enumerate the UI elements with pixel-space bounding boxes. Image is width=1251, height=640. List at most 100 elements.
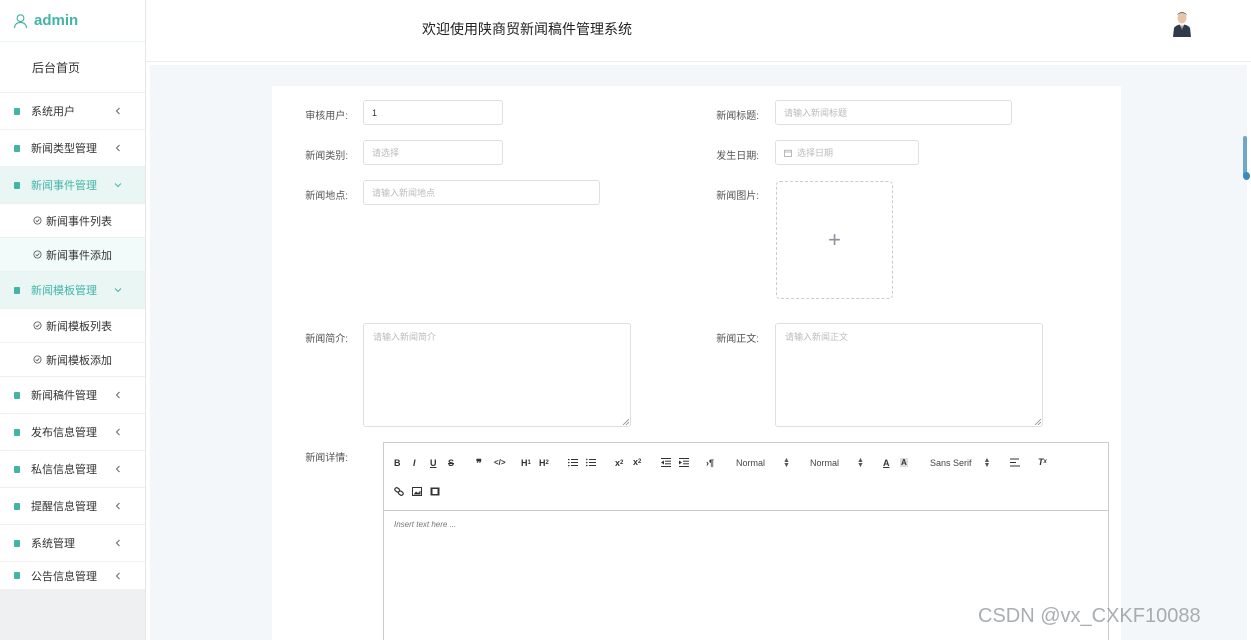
- image-label: 新闻图片:: [716, 191, 759, 202]
- image-upload[interactable]: +: [776, 181, 893, 299]
- title-label: 新闻标题:: [716, 111, 759, 122]
- text-direction-button[interactable]: ›¶: [706, 458, 714, 468]
- sidebar-item-announcements[interactable]: 公告信息管理: [0, 562, 145, 589]
- date-picker[interactable]: 选择日期: [775, 140, 919, 165]
- text-color-button[interactable]: A: [883, 458, 890, 468]
- sidebar-item-publish[interactable]: 发布信息管理: [0, 414, 145, 451]
- sidebar-item-label: 新闻模板管理: [31, 285, 97, 297]
- font-select[interactable]: Sans Serif ▲ ▼: [930, 457, 991, 469]
- document-icon: [14, 572, 20, 579]
- sidebar-item-manuscripts[interactable]: 新闻稿件管理: [0, 377, 145, 414]
- sidebar-subitem-template-list[interactable]: 新闻模板列表: [0, 309, 145, 343]
- image-icon[interactable]: [412, 487, 422, 496]
- sidebar-item-label: 新闻模板列表: [46, 320, 112, 333]
- sidebar-item-label: 系统用户: [31, 106, 75, 118]
- check-circle-icon: [33, 250, 42, 259]
- main-content: 审核用户: 1 新闻标题: 请输入新闻标题 新闻类别: 请选择 发生日期: 选择…: [150, 65, 1247, 640]
- document-icon: [14, 144, 20, 152]
- align-left-icon[interactable]: [1010, 458, 1020, 467]
- sidebar-item-system-users[interactable]: 系统用户: [0, 93, 145, 130]
- check-circle-icon: [33, 355, 42, 364]
- summary-textarea[interactable]: 请输入新闻简介: [363, 323, 631, 427]
- title-input[interactable]: 请输入新闻标题: [775, 100, 1012, 125]
- document-icon: [14, 107, 20, 115]
- underline-button[interactable]: U: [430, 458, 437, 468]
- blockquote-button[interactable]: ❞: [476, 457, 482, 470]
- sidebar-item-label: 新闻模板添加: [46, 354, 112, 367]
- ordered-list-icon[interactable]: [568, 458, 578, 467]
- editor-toolbar: B I U S ❞ </> H1 H2 x2 x2 ›¶ Normal ▲ ▼ N…: [384, 443, 1108, 511]
- chevron-down-icon: [114, 288, 122, 293]
- sidebar-item-system[interactable]: 系统管理: [0, 525, 145, 562]
- sidebar-item-label: 新闻事件添加: [46, 249, 112, 262]
- sidebar-item-messages[interactable]: 私信信息管理: [0, 451, 145, 488]
- superscript-button[interactable]: x2: [633, 457, 641, 467]
- code-block-button[interactable]: </>: [494, 458, 506, 467]
- sidebar-item-label: 新闻事件管理: [31, 180, 97, 192]
- scrollbar-thumb[interactable]: [1243, 136, 1247, 176]
- outdent-icon[interactable]: [661, 458, 671, 467]
- sidebar-item-reminders[interactable]: 提醒信息管理: [0, 488, 145, 525]
- bullet-list-icon[interactable]: [586, 458, 596, 467]
- summary-label: 新闻简介:: [305, 334, 348, 345]
- sidebar-subitem-template-add[interactable]: 新闻模板添加: [0, 343, 145, 377]
- italic-button[interactable]: I: [413, 458, 416, 468]
- category-label: 新闻类别:: [305, 151, 348, 162]
- indent-icon[interactable]: [679, 458, 689, 467]
- reviewer-input[interactable]: 1: [363, 100, 503, 125]
- chevron-down-icon: [114, 183, 122, 188]
- sidebar-subitem-event-add[interactable]: 新闻事件添加: [0, 238, 145, 272]
- select-arrows-icon: ▲ ▼: [983, 457, 991, 469]
- document-icon: [14, 286, 20, 294]
- size-select[interactable]: Normal ▲ ▼: [810, 457, 864, 469]
- link-icon[interactable]: [394, 487, 404, 496]
- document-icon: [14, 502, 20, 510]
- document-icon: [14, 539, 20, 547]
- sidebar-item-label: 提醒信息管理: [31, 501, 97, 513]
- header1-button[interactable]: H1: [521, 458, 531, 468]
- username: admin: [34, 12, 79, 29]
- chevron-left-icon: [115, 144, 120, 152]
- sidebar-item-news-events[interactable]: 新闻事件管理: [0, 167, 145, 204]
- category-select[interactable]: 请选择: [363, 140, 503, 165]
- background-color-button[interactable]: A: [900, 458, 908, 467]
- location-label: 新闻地点:: [305, 191, 348, 202]
- plus-icon: +: [828, 227, 841, 252]
- font-select-value: Sans Serif: [930, 458, 972, 468]
- chevron-left-icon: [115, 572, 120, 579]
- select-arrows-icon: ▲ ▼: [857, 457, 864, 469]
- sidebar-item-label: 新闻稿件管理: [31, 390, 97, 402]
- sidebar-item-news-templates[interactable]: 新闻模板管理: [0, 272, 145, 309]
- header2-button[interactable]: H2: [539, 458, 549, 468]
- bold-button[interactable]: B: [394, 458, 401, 468]
- body-label: 新闻正文:: [716, 334, 759, 345]
- check-circle-icon: [33, 321, 42, 330]
- chevron-left-icon: [115, 502, 120, 510]
- sidebar-item-label: 公告信息管理: [31, 570, 97, 583]
- location-input[interactable]: 请输入新闻地点: [363, 180, 600, 205]
- sidebar-item-label: 新闻事件列表: [46, 215, 112, 228]
- scrollbar-handle[interactable]: [1243, 172, 1250, 180]
- strike-button[interactable]: S: [448, 458, 454, 468]
- sidebar-item-label: 发布信息管理: [31, 427, 97, 439]
- header-select-value: Normal: [736, 458, 766, 468]
- video-icon[interactable]: [430, 487, 440, 496]
- sidebar-user: admin: [0, 0, 145, 42]
- sidebar-item-label: 新闻类型管理: [31, 143, 97, 155]
- chevron-left-icon: [115, 107, 120, 115]
- body-textarea[interactable]: 请输入新闻正文: [775, 323, 1043, 427]
- subscript-button[interactable]: x2: [615, 458, 623, 468]
- resize-handle-icon[interactable]: [622, 418, 629, 425]
- sidebar-item-home[interactable]: 后台首页: [0, 42, 145, 93]
- sidebar-menu: admin 后台首页 系统用户 新闻类型管理 新闻事件管理 新闻事件列表 新闻事…: [0, 0, 145, 589]
- clear-format-button[interactable]: Tx: [1038, 457, 1047, 467]
- resize-handle-icon[interactable]: [1034, 418, 1041, 425]
- body-placeholder: 请输入新闻正文: [785, 332, 849, 342]
- sidebar-subitem-event-list[interactable]: 新闻事件列表: [0, 204, 145, 238]
- document-icon: [14, 428, 20, 436]
- sidebar: admin 后台首页 系统用户 新闻类型管理 新闻事件管理 新闻事件列表 新闻事…: [0, 0, 146, 640]
- sidebar-item-news-types[interactable]: 新闻类型管理: [0, 130, 145, 167]
- avatar[interactable]: [1171, 10, 1193, 37]
- select-arrows-icon: ▲ ▼: [783, 457, 790, 469]
- header-select[interactable]: Normal ▲ ▼: [736, 457, 790, 469]
